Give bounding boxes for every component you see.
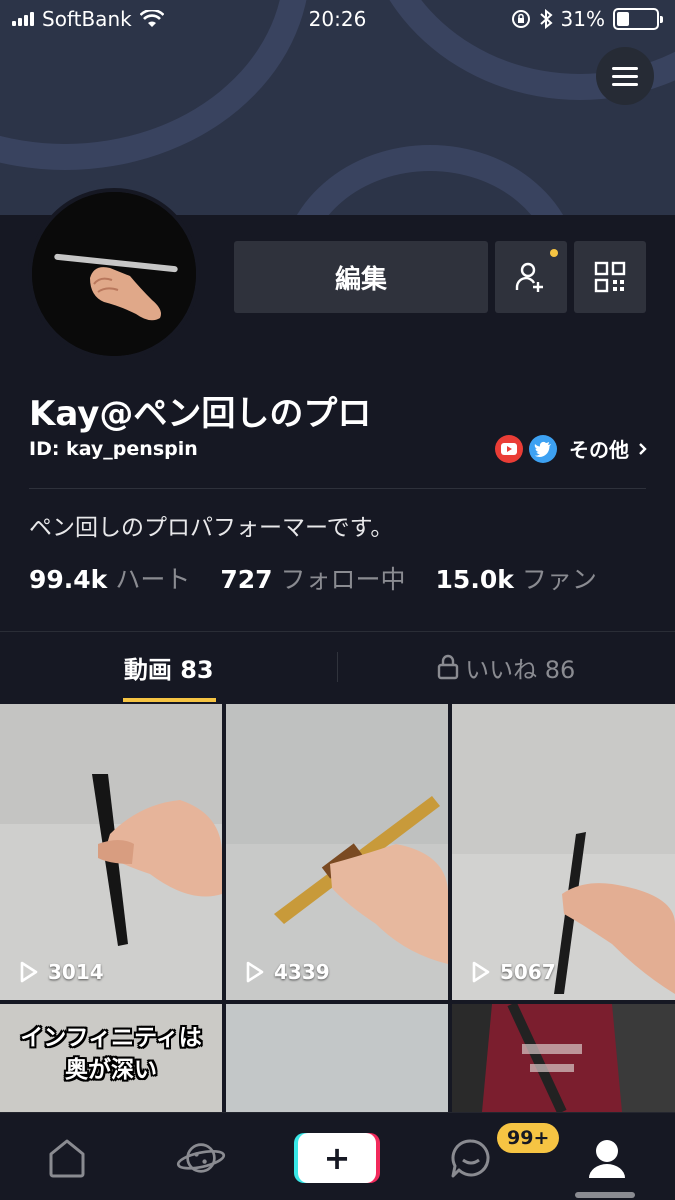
status-time: 20:26	[308, 7, 367, 31]
carrier-name: SoftBank	[42, 7, 132, 31]
nav-discover[interactable]	[176, 1133, 226, 1183]
profile-bio: ペン回しのプロパフォーマーです。	[29, 515, 394, 541]
status-bar: SoftBank 20:26 31%	[0, 0, 675, 38]
signal-icon	[12, 12, 34, 26]
chat-bubble-icon	[451, 1139, 490, 1178]
play-icon	[246, 961, 264, 983]
twitter-icon[interactable]	[529, 434, 557, 463]
video-thumbnail[interactable]	[452, 1004, 675, 1112]
active-tab-indicator	[123, 698, 216, 702]
add-friend-icon	[515, 262, 543, 292]
tab-likes[interactable]: いいね 86	[338, 632, 675, 702]
bottom-navigation: + 99+	[0, 1112, 675, 1200]
video-thumbnail[interactable]: 5067	[452, 704, 675, 1000]
avatar[interactable]	[28, 188, 200, 360]
battery-percent: 31%	[560, 7, 605, 31]
video-thumbnail-image	[0, 704, 222, 1000]
edit-profile-button[interactable]: 編集	[234, 241, 488, 313]
tab-separator	[337, 652, 338, 682]
cover-decoration	[280, 145, 580, 215]
video-caption: インフィニティは 奥が深い	[20, 1025, 202, 1083]
planet-icon	[176, 1143, 226, 1173]
play-icon	[472, 961, 490, 983]
bluetooth-icon	[539, 9, 553, 29]
youtube-icon[interactable]	[495, 434, 523, 463]
play-count: 3014	[18, 960, 104, 984]
add-friends-button[interactable]	[495, 241, 567, 313]
rotation-lock-icon	[511, 10, 530, 28]
home-indicator	[575, 1192, 635, 1198]
tab-videos[interactable]: 動画 83	[0, 632, 338, 702]
chevron-right-icon	[639, 442, 647, 455]
create-video-button[interactable]: +	[298, 1133, 376, 1183]
video-thumbnail[interactable]: インフィニティは 奥が深い	[0, 1004, 222, 1112]
qr-code-button[interactable]	[574, 241, 646, 313]
profile-stats: 99.4k ハート 727 フォロー中 15.0k ファン	[29, 560, 597, 596]
stat-hearts[interactable]: 99.4k ハート	[29, 560, 190, 596]
stat-fans[interactable]: 15.0k ファン	[436, 560, 597, 596]
play-icon	[20, 961, 38, 983]
profile-id: ID: kay_penspin	[29, 438, 198, 460]
avatar-pen-hand-image	[32, 192, 196, 356]
qr-code-icon	[594, 261, 626, 293]
inbox-badge: 99+	[497, 1123, 560, 1153]
nav-profile[interactable]	[582, 1133, 632, 1183]
video-thumbnail[interactable]: 4339	[226, 704, 448, 1000]
tab-likes-label: いいね 86	[465, 655, 576, 684]
notification-dot	[550, 249, 558, 257]
video-thumbnail-image	[452, 704, 675, 1000]
wifi-icon	[139, 10, 164, 27]
nav-inbox[interactable]	[446, 1133, 496, 1183]
video-thumbnail-image	[226, 1004, 448, 1112]
battery-icon	[613, 8, 663, 30]
video-thumbnail[interactable]: 3014	[0, 704, 222, 1000]
video-thumbnail[interactable]	[226, 1004, 448, 1112]
menu-button[interactable]	[596, 47, 654, 105]
lock-icon	[437, 654, 459, 680]
profile-icon	[589, 1140, 625, 1178]
social-links[interactable]: その他	[495, 434, 649, 463]
hamburger-icon	[612, 66, 638, 70]
others-link[interactable]: その他	[569, 434, 629, 463]
video-thumbnail-image	[226, 704, 448, 1000]
play-count: 4339	[244, 960, 330, 984]
divider	[29, 488, 646, 489]
play-count: 5067	[470, 960, 556, 984]
home-icon	[49, 1139, 85, 1178]
video-thumbnail-image	[452, 1004, 675, 1112]
profile-name: Kay@ペン回しのプロ	[29, 394, 372, 434]
nav-home[interactable]	[42, 1133, 92, 1183]
stat-following[interactable]: 727 フォロー中	[220, 560, 405, 596]
